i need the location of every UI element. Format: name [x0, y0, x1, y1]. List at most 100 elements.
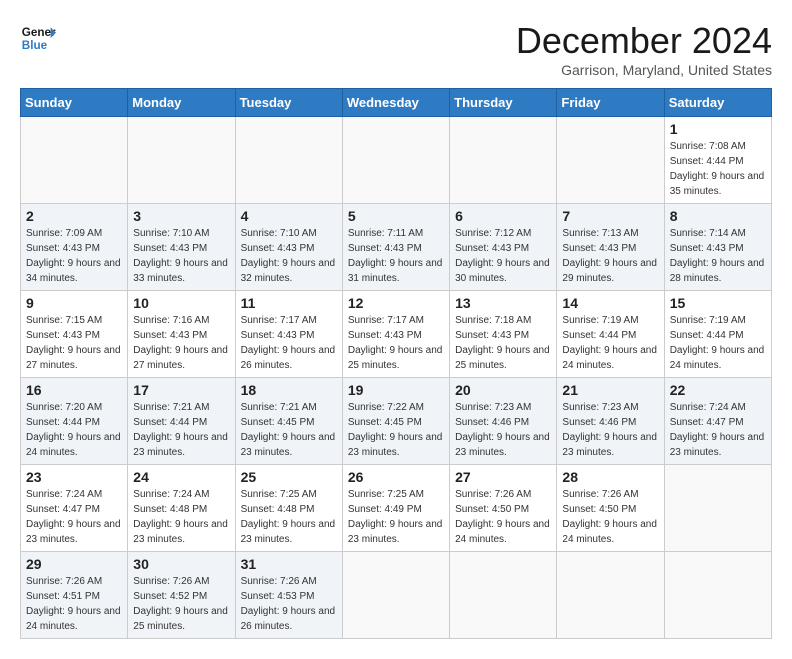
calendar-cell	[235, 117, 342, 204]
day-info: Sunrise: 7:11 AMSunset: 4:43 PMDaylight:…	[348, 226, 444, 286]
calendar-cell	[450, 552, 557, 639]
calendar-week-row: 29 Sunrise: 7:26 AMSunset: 4:51 PMDayligh…	[21, 552, 772, 639]
calendar-cell: 22 Sunrise: 7:24 AMSunset: 4:47 PMDayligh…	[664, 378, 771, 465]
logo: General Blue	[20, 20, 56, 56]
day-header-sunday: Sunday	[21, 89, 128, 117]
day-number: 3	[133, 208, 229, 224]
calendar-cell: 31Sunrise: 7:26 AMSunset: 4:53 PMDayligh…	[235, 552, 342, 639]
day-number: 27	[455, 469, 551, 485]
calendar-week-row: 9Sunrise: 7:15 AMSunset: 4:43 PMDaylight…	[21, 291, 772, 378]
day-number: 16	[26, 382, 122, 398]
day-number: 24	[133, 469, 229, 485]
day-info: Sunrise: 7:10 AMSunset: 4:43 PMDaylight:…	[133, 226, 229, 286]
calendar-cell: 18Sunrise: 7:21 AMSunset: 4:45 PMDayligh…	[235, 378, 342, 465]
calendar-table: SundayMondayTuesdayWednesdayThursdayFrid…	[20, 88, 772, 639]
day-info: Sunrise: 7:15 AMSunset: 4:43 PMDaylight:…	[26, 313, 122, 373]
day-info: Sunrise: 7:22 AMSunset: 4:45 PMDaylight:…	[348, 400, 444, 460]
day-info: Sunrise: 7:19 AMSunset: 4:44 PMDaylight:…	[562, 313, 658, 373]
calendar-cell	[128, 117, 235, 204]
day-number: 29	[26, 556, 122, 572]
calendar-cell	[342, 117, 449, 204]
day-info: Sunrise: 7:26 AMSunset: 4:52 PMDaylight:…	[133, 574, 229, 634]
day-info: Sunrise: 7:26 AMSunset: 4:50 PMDaylight:…	[562, 487, 658, 547]
calendar-cell: 9Sunrise: 7:15 AMSunset: 4:43 PMDaylight…	[21, 291, 128, 378]
calendar-cell: 8Sunrise: 7:14 AMSunset: 4:43 PMDaylight…	[664, 204, 771, 291]
day-header-saturday: Saturday	[664, 89, 771, 117]
calendar-week-row: 16 Sunrise: 7:20 AMSunset: 4:44 PMDayligh…	[21, 378, 772, 465]
svg-text:Blue: Blue	[22, 39, 48, 52]
calendar-cell: 24 Sunrise: 7:24 AMSunset: 4:48 PMDayligh…	[128, 465, 235, 552]
calendar-cell: 27 Sunrise: 7:26 AMSunset: 4:50 PMDayligh…	[450, 465, 557, 552]
day-number: 5	[348, 208, 444, 224]
day-header-thursday: Thursday	[450, 89, 557, 117]
calendar-cell: 10Sunrise: 7:16 AMSunset: 4:43 PMDayligh…	[128, 291, 235, 378]
day-info: Sunrise: 7:23 AMSunset: 4:46 PMDaylight:…	[455, 400, 551, 460]
calendar-cell: 1 Sunrise: 7:08 AMSunset: 4:44 PMDaylight…	[664, 117, 771, 204]
calendar-cell	[342, 552, 449, 639]
day-number: 1	[670, 121, 766, 137]
logo-icon: General Blue	[20, 20, 56, 56]
location-subtitle: Garrison, Maryland, United States	[516, 62, 772, 78]
day-number: 21	[562, 382, 658, 398]
day-info: Sunrise: 7:21 AMSunset: 4:44 PMDaylight:…	[133, 400, 229, 460]
day-info: Sunrise: 7:20 AMSunset: 4:44 PMDaylight:…	[26, 400, 122, 460]
day-number: 30	[133, 556, 229, 572]
calendar-cell: 17 Sunrise: 7:21 AMSunset: 4:44 PMDayligh…	[128, 378, 235, 465]
calendar-cell: 5 Sunrise: 7:11 AMSunset: 4:43 PMDaylight…	[342, 204, 449, 291]
day-number: 25	[241, 469, 337, 485]
day-number: 15	[670, 295, 766, 311]
day-info: Sunrise: 7:26 AMSunset: 4:51 PMDaylight:…	[26, 574, 122, 634]
day-number: 23	[26, 469, 122, 485]
calendar-cell	[557, 552, 664, 639]
day-info: Sunrise: 7:25 AMSunset: 4:48 PMDaylight:…	[241, 487, 337, 547]
calendar-cell: 23Sunrise: 7:24 AMSunset: 4:47 PMDayligh…	[21, 465, 128, 552]
day-number: 13	[455, 295, 551, 311]
calendar-cell: 16 Sunrise: 7:20 AMSunset: 4:44 PMDayligh…	[21, 378, 128, 465]
calendar-cell: 2Sunrise: 7:09 AMSunset: 4:43 PMDaylight…	[21, 204, 128, 291]
day-number: 8	[670, 208, 766, 224]
calendar-cell	[557, 117, 664, 204]
calendar-cell: 7Sunrise: 7:13 AMSunset: 4:43 PMDaylight…	[557, 204, 664, 291]
day-number: 18	[241, 382, 337, 398]
day-number: 17	[133, 382, 229, 398]
day-header-tuesday: Tuesday	[235, 89, 342, 117]
calendar-cell: 11Sunrise: 7:17 AMSunset: 4:43 PMDayligh…	[235, 291, 342, 378]
calendar-cell: 15Sunrise: 7:19 AMSunset: 4:44 PMDayligh…	[664, 291, 771, 378]
day-number: 2	[26, 208, 122, 224]
calendar-cell	[664, 552, 771, 639]
calendar-cell: 13 Sunrise: 7:18 AMSunset: 4:43 PMDayligh…	[450, 291, 557, 378]
calendar-cell: 3 Sunrise: 7:10 AMSunset: 4:43 PMDaylight…	[128, 204, 235, 291]
day-number: 6	[455, 208, 551, 224]
day-info: Sunrise: 7:24 AMSunset: 4:47 PMDaylight:…	[670, 400, 766, 460]
calendar-cell: 19 Sunrise: 7:22 AMSunset: 4:45 PMDayligh…	[342, 378, 449, 465]
day-number: 20	[455, 382, 551, 398]
day-number: 22	[670, 382, 766, 398]
calendar-cell: 20 Sunrise: 7:23 AMSunset: 4:46 PMDayligh…	[450, 378, 557, 465]
day-number: 12	[348, 295, 444, 311]
day-number: 31	[241, 556, 337, 572]
calendar-header-row: SundayMondayTuesdayWednesdayThursdayFrid…	[21, 89, 772, 117]
month-title: December 2024	[516, 20, 772, 62]
calendar-cell: 12Sunrise: 7:17 AMSunset: 4:43 PMDayligh…	[342, 291, 449, 378]
day-header-monday: Monday	[128, 89, 235, 117]
day-number: 19	[348, 382, 444, 398]
calendar-week-row: 1 Sunrise: 7:08 AMSunset: 4:44 PMDaylight…	[21, 117, 772, 204]
calendar-cell: 25 Sunrise: 7:25 AMSunset: 4:48 PMDayligh…	[235, 465, 342, 552]
calendar-cell: 14Sunrise: 7:19 AMSunset: 4:44 PMDayligh…	[557, 291, 664, 378]
calendar-cell: 28 Sunrise: 7:26 AMSunset: 4:50 PMDayligh…	[557, 465, 664, 552]
day-info: Sunrise: 7:16 AMSunset: 4:43 PMDaylight:…	[133, 313, 229, 373]
day-info: Sunrise: 7:23 AMSunset: 4:46 PMDaylight:…	[562, 400, 658, 460]
day-info: Sunrise: 7:12 AMSunset: 4:43 PMDaylight:…	[455, 226, 551, 286]
calendar-week-row: 23Sunrise: 7:24 AMSunset: 4:47 PMDayligh…	[21, 465, 772, 552]
day-info: Sunrise: 7:26 AMSunset: 4:50 PMDaylight:…	[455, 487, 551, 547]
calendar-cell: 4Sunrise: 7:10 AMSunset: 4:43 PMDaylight…	[235, 204, 342, 291]
calendar-cell	[21, 117, 128, 204]
day-number: 28	[562, 469, 658, 485]
day-info: Sunrise: 7:24 AMSunset: 4:48 PMDaylight:…	[133, 487, 229, 547]
page-header: General Blue December 2024 Garrison, Mar…	[20, 20, 772, 78]
calendar-cell	[450, 117, 557, 204]
calendar-cell: 29 Sunrise: 7:26 AMSunset: 4:51 PMDayligh…	[21, 552, 128, 639]
day-info: Sunrise: 7:08 AMSunset: 4:44 PMDaylight:…	[670, 139, 766, 199]
calendar-cell	[664, 465, 771, 552]
day-info: Sunrise: 7:18 AMSunset: 4:43 PMDaylight:…	[455, 313, 551, 373]
